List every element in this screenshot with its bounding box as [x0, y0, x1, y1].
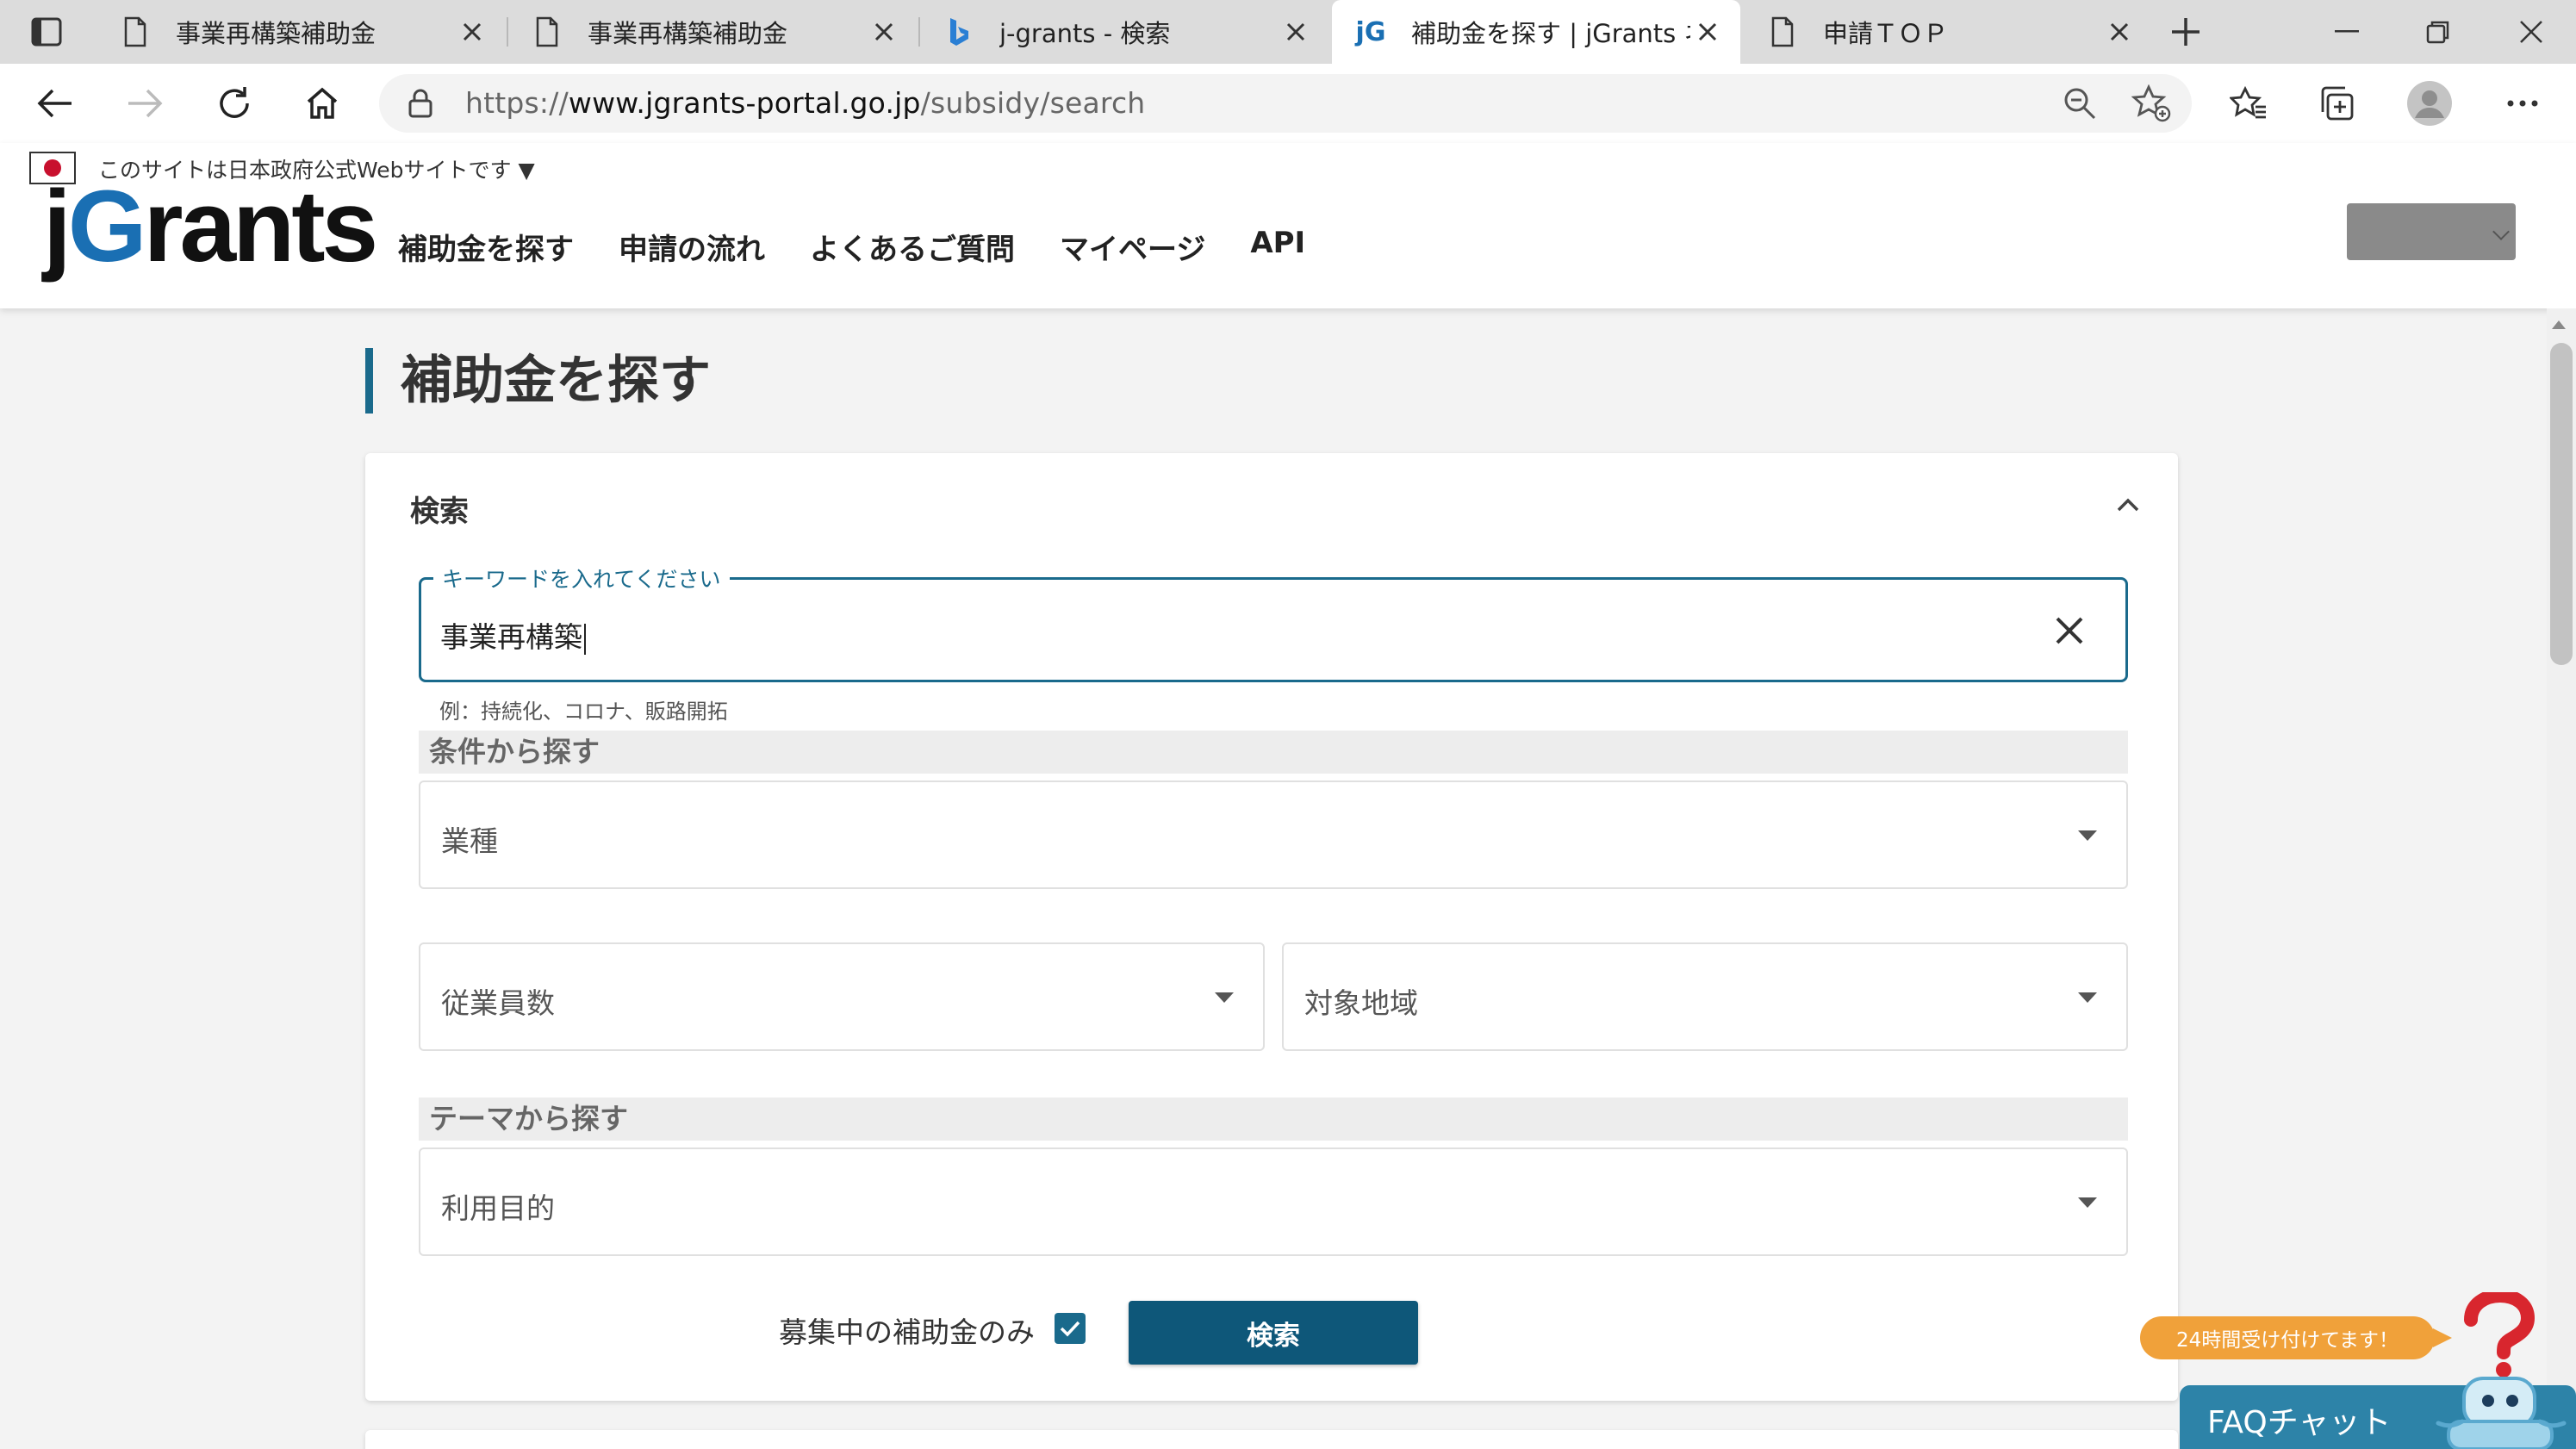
- tab-1-label: 事業再構築補助金: [176, 19, 376, 48]
- favicon-text: jG: [1355, 16, 1386, 47]
- checkmark-icon: [1060, 1321, 1080, 1337]
- logo-g: G: [67, 170, 147, 283]
- faq-mascot-icon[interactable]: [2426, 1288, 2576, 1449]
- keyword-value-text: 事業再構築: [440, 620, 582, 654]
- tab-actions-icon[interactable]: [26, 16, 67, 50]
- url-path: /subsidy/search: [920, 86, 1146, 120]
- nav-mypage[interactable]: マイページ: [1060, 226, 1205, 268]
- search-section-title: 検索: [410, 494, 469, 529]
- industry-select[interactable]: 業種: [419, 780, 2128, 889]
- home-icon[interactable]: [298, 81, 346, 126]
- address-field[interactable]: https://www.jgrants-portal.go.jp/subsidy…: [379, 74, 2192, 133]
- page-icon: [121, 15, 150, 49]
- main-nav: 補助金を探す 申請の流れ よくあるご質問 マイページ API: [398, 226, 1350, 268]
- tab-4-label: 補助金を探す | jGrants ネット: [1411, 19, 1690, 48]
- tab-2-label: 事業再構築補助金: [588, 19, 788, 48]
- employees-placeholder: 従業員数: [441, 986, 555, 1020]
- browser-address-bar: https://www.jgrants-portal.go.jp/subsidy…: [0, 64, 2576, 143]
- url-prefix: https://: [465, 86, 569, 120]
- dropdown-arrow-icon: [2078, 830, 2097, 841]
- tab-5-label: 申請ＴＯＰ: [1823, 19, 1949, 48]
- back-icon[interactable]: [31, 81, 79, 126]
- region-placeholder: 対象地域: [1304, 986, 1418, 1020]
- zoom-out-icon[interactable]: [2063, 86, 2097, 121]
- nav-api[interactable]: API: [1250, 226, 1305, 268]
- restore-icon[interactable]: [2412, 10, 2464, 53]
- keyword-value: 事業再構築: [440, 614, 586, 656]
- conditions-heading: 条件から探す: [419, 731, 2128, 774]
- close-icon[interactable]: [455, 15, 489, 49]
- logo-j: j: [43, 170, 72, 283]
- forward-icon[interactable]: [121, 81, 169, 126]
- tab-3-label: j-grants - 検索: [999, 19, 1171, 48]
- nav-faq[interactable]: よくあるご質問: [810, 226, 1015, 268]
- close-icon[interactable]: [1279, 15, 1313, 49]
- faq-chat-label: FAQチャット: [2207, 1405, 2392, 1440]
- more-menu-icon[interactable]: [2498, 79, 2547, 127]
- keyword-input[interactable]: キーワードを入れてください 事業再構築: [419, 563, 2128, 682]
- tab-3[interactable]: j-grants - 検索: [920, 0, 1328, 64]
- dropdown-arrow-icon: [1215, 992, 1234, 1003]
- purpose-select[interactable]: 利用目的: [419, 1147, 2128, 1256]
- minimize-icon[interactable]: [2321, 10, 2373, 53]
- favorites-icon[interactable]: [2224, 79, 2273, 127]
- profile-avatar-icon[interactable]: [2405, 79, 2454, 127]
- clear-icon[interactable]: [2051, 613, 2088, 649]
- recruiting-only-checkbox[interactable]: [1055, 1313, 1086, 1344]
- scroll-up-icon[interactable]: [2552, 320, 2566, 329]
- faq-bubble[interactable]: 24時間受け付けてます！: [2140, 1316, 2452, 1359]
- nav-find-subsidy[interactable]: 補助金を探す: [398, 226, 574, 268]
- recruiting-only-label: 募集中の補助金のみ: [779, 1315, 1035, 1349]
- lock-icon[interactable]: [405, 88, 436, 119]
- tab-5[interactable]: 申請ＴＯＰ: [1744, 0, 2152, 64]
- window-close-icon[interactable]: [2505, 10, 2557, 53]
- close-icon[interactable]: [2102, 15, 2137, 49]
- page-icon: [1768, 15, 1797, 49]
- search-button[interactable]: 検索: [1129, 1301, 1418, 1365]
- jgrants-logo[interactable]: jGrants: [43, 176, 378, 277]
- results-card: [365, 1430, 2178, 1449]
- user-menu-button[interactable]: [2347, 203, 2516, 260]
- chevron-up-icon[interactable]: [2112, 489, 2144, 520]
- text-cursor: [584, 623, 586, 655]
- page-icon: [532, 15, 562, 49]
- nav-application-flow[interactable]: 申請の流れ: [619, 226, 765, 268]
- search-card: 検索 キーワードを入れてください 事業再構築 例：持続化、コロナ、販路開拓 条件…: [365, 453, 2178, 1401]
- browser-tab-bar: 事業再構築補助金 事業再構築補助金 j-grants - 検索 jG 補助金を探…: [0, 0, 2576, 64]
- url-domain: www.jgrants-portal.go.jp: [568, 86, 921, 120]
- tab-4-active[interactable]: jG 補助金を探す | jGrants ネット: [1332, 0, 1740, 64]
- add-favorite-icon[interactable]: [2131, 84, 2171, 122]
- bing-icon: [944, 15, 974, 49]
- tab-1[interactable]: 事業再構築補助金: [96, 0, 505, 64]
- site-header: このサイトは日本政府公式Webサイトです ▼ jGrants 補助金を探す 申請…: [0, 143, 2576, 308]
- keyword-label: キーワードを入れてください: [433, 563, 730, 594]
- jgrants-favicon: jG: [1355, 15, 1386, 49]
- dropdown-arrow-icon: [2078, 1197, 2097, 1208]
- region-select[interactable]: 対象地域: [1282, 942, 2128, 1051]
- collections-icon[interactable]: [2312, 79, 2361, 127]
- scrollbar-thumb[interactable]: [2550, 343, 2573, 665]
- purpose-placeholder: 利用目的: [441, 1191, 555, 1225]
- url-text: https://www.jgrants-portal.go.jp/subsidy…: [465, 86, 1145, 120]
- refresh-icon[interactable]: [210, 81, 258, 126]
- tab-2[interactable]: 事業再構築補助金: [508, 0, 917, 64]
- new-tab-button[interactable]: [2164, 12, 2207, 52]
- chevron-down-icon: [2492, 223, 2510, 240]
- close-icon[interactable]: [1690, 15, 1725, 49]
- logo-rest: rants: [143, 170, 379, 283]
- close-icon[interactable]: [867, 15, 901, 49]
- page-title: 補助金を探す: [365, 348, 711, 414]
- employees-select[interactable]: 従業員数: [419, 942, 1265, 1051]
- dropdown-arrow-icon: [2078, 992, 2097, 1003]
- industry-placeholder: 業種: [441, 824, 498, 858]
- keyword-hint: 例：持続化、コロナ、販路開拓: [439, 700, 728, 724]
- theme-heading: テーマから探す: [419, 1098, 2128, 1141]
